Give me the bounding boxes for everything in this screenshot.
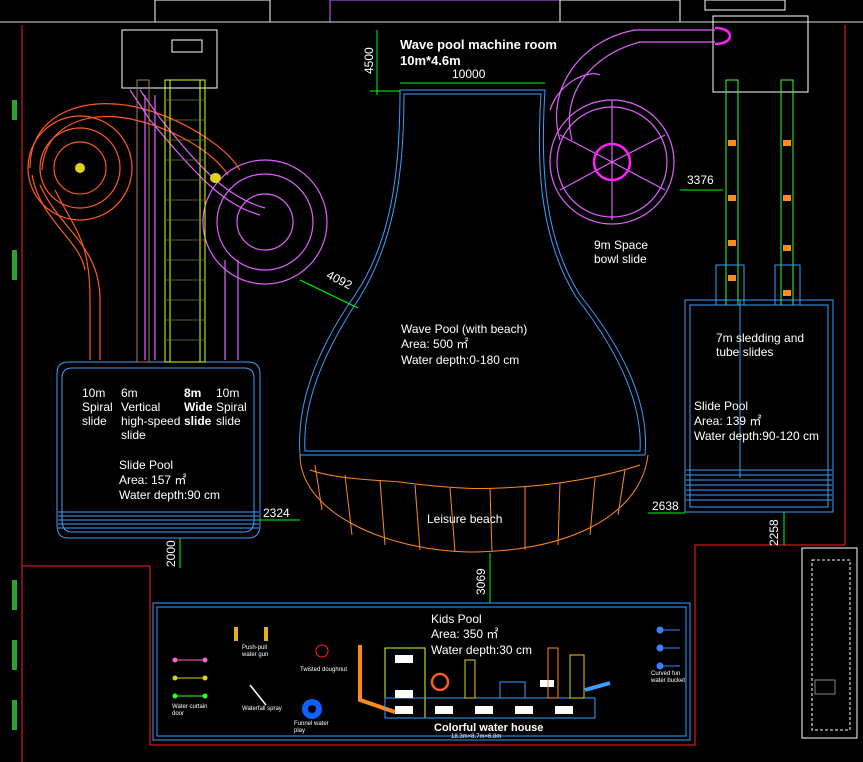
dim-slide-pool-wall: 2000: [164, 540, 178, 567]
slide2-name: Vertical high-speed slide: [121, 400, 181, 442]
space-bowl-core: [592, 26, 732, 182]
kids-pool-area: Area: 350 ㎡: [431, 627, 499, 641]
leisure-beach-label: Leisure beach: [427, 512, 503, 526]
wave-pool-title: Wave Pool (with beach): [401, 322, 528, 336]
wave-pool-area: Area: 500 ㎡: [401, 337, 469, 351]
dim-machine-room-height: 4500: [362, 47, 376, 74]
wide-slide-hub: [211, 173, 221, 183]
top-buildings: [0, 0, 863, 23]
sledding-slides: [715, 79, 801, 306]
curved-label: Curved fun water bucket: [651, 671, 686, 684]
space-bowl-slide: [549, 29, 715, 225]
leisure-beach: [299, 454, 649, 553]
slide3-name: Wide slide: [184, 400, 213, 428]
slide-pool-left-title: Slide Pool: [119, 458, 174, 472]
wave-pool-depth: Water depth:0-180 cm: [401, 353, 520, 367]
slide-pool-left-area: Area: 157 ㎡: [119, 473, 187, 487]
slide-pool-right-title: Slide Pool: [694, 399, 749, 413]
kids-pool: [152, 602, 691, 741]
kids-pool-depth: Water depth:30 cm: [431, 643, 532, 657]
dim-machine-room-width: 10000: [452, 67, 486, 81]
left-wall-markers: [12, 100, 17, 730]
violet-slides: [129, 89, 328, 360]
slide4-height: 10m: [216, 386, 240, 400]
slide-pool-right-area: Area: 139 ㎡: [694, 414, 762, 428]
slide1-name: Spiral slide: [82, 400, 113, 428]
sledding-rungs: [728, 140, 791, 296]
slide3-height: 8m: [184, 386, 202, 400]
curtain-label: Water curtain door: [172, 704, 208, 717]
push-pull-label: Push-pull water gun: [242, 645, 269, 658]
water-house-label: Colorful water house: [434, 722, 544, 734]
dim-right-pool-wall: 2258: [767, 519, 781, 546]
twisted-label: Twisted doughnut: [300, 667, 348, 673]
slide2-height: 6m: [121, 386, 138, 400]
kids-pool-title: Kids Pool: [431, 612, 482, 626]
slide-pool-right-depth: Water depth:90-120 cm: [694, 429, 819, 443]
dim-beach-right-gap: 2638: [652, 499, 679, 513]
equipment-box-right: [712, 15, 809, 93]
dim-beach-kids: 3069: [474, 568, 488, 595]
machine-room-title: Wave pool machine room: [400, 37, 557, 52]
dim-slide-pool-gap: 2324: [263, 506, 290, 520]
dim-bowl-slide-offset: 3376: [687, 173, 714, 187]
slide4-name: Spiral slide: [216, 400, 247, 428]
orange-spiral-slide: [27, 103, 241, 360]
slide1-height: 10m: [82, 386, 106, 400]
wave-pool-outline: [299, 89, 647, 456]
slide-pool-left-depth: Water depth:90 cm: [119, 488, 220, 502]
orange-slide-hub: [75, 163, 85, 173]
space-bowl-label: 9m Space bowl slide: [594, 238, 649, 266]
equipment-box-left: [121, 29, 218, 89]
sledding-label: 7m sledding and tube slides: [716, 331, 805, 359]
waterfall-label: Waterfall spray: [242, 706, 282, 712]
machine-room-size: 10m*4.6m: [400, 53, 461, 68]
wide-slide-ladder: [165, 99, 205, 341]
water-house-dims: 18.3m×8.7m×6.8m: [451, 734, 502, 740]
funnel-label: Funnel water play: [294, 721, 329, 734]
right-wall-marks: [814, 679, 836, 695]
